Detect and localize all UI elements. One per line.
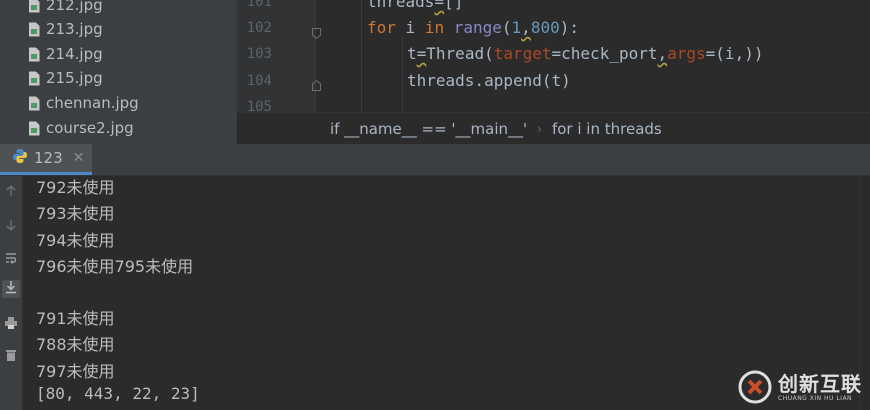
console-output[interactable]: 792未使用 793未使用 794未使用 796未使用795未使用 791未使用… — [23, 176, 860, 410]
file-item[interactable]: 212.jpg — [28, 0, 103, 16]
trash-icon[interactable] — [2, 348, 20, 366]
file-name: 214.jpg — [46, 45, 103, 63]
line-number: 104 — [246, 73, 272, 89]
image-file-icon — [28, 22, 40, 37]
file-name: 212.jpg — [46, 0, 103, 14]
console-line: 794未使用 — [36, 231, 115, 250]
image-file-icon — [28, 96, 40, 111]
file-item[interactable]: 214.jpg — [28, 43, 103, 65]
code-token: = — [416, 44, 427, 63]
image-file-icon — [28, 0, 40, 13]
watermark-text: 创新互联 — [778, 371, 862, 396]
console-line: 793未使用 — [36, 204, 115, 223]
code-token: in — [424, 18, 445, 37]
breadcrumb-item[interactable]: for i in threads — [552, 120, 662, 138]
console-line: [80, 443, 22, 23] — [36, 384, 200, 403]
file-item[interactable]: course2.jpg — [28, 117, 134, 139]
arrow-down-icon[interactable] — [2, 218, 20, 236]
code-token: threads — [367, 0, 435, 11]
code-token: ( — [501, 18, 512, 37]
code-token: = — [434, 0, 445, 11]
file-item[interactable]: chennan.jpg — [28, 92, 139, 114]
line-number: 102 — [246, 20, 272, 36]
fold-marker-icon[interactable] — [312, 24, 321, 40]
file-name: course2.jpg — [46, 119, 134, 137]
file-name: 213.jpg — [46, 20, 103, 38]
code-token: = — [551, 44, 562, 63]
console-line: 788未使用 — [36, 335, 115, 354]
scroll-to-end-icon[interactable] — [2, 280, 20, 298]
image-file-icon — [28, 121, 40, 136]
code-token: Thread( — [426, 44, 494, 63]
print-icon[interactable] — [2, 316, 20, 334]
breadcrumb-separator-icon: › — [537, 122, 542, 136]
file-item[interactable]: 213.jpg — [28, 18, 103, 40]
code-token: (i,)) — [715, 44, 764, 63]
run-tab-bar: 123 ✕ — [0, 144, 870, 176]
line-number: 103 — [246, 46, 272, 62]
indent-guide — [361, 0, 362, 112]
line-number: 101 — [246, 0, 272, 10]
code-line-102: for i in range(1,800): — [367, 18, 579, 37]
code-token: for — [367, 18, 396, 37]
code-token: 1 — [511, 18, 522, 37]
code-token: check_port — [561, 44, 658, 63]
breadcrumb: if __name__ == '__main__' › for i in thr… — [237, 112, 870, 145]
code-token: 800 — [530, 18, 560, 37]
close-icon[interactable]: ✕ — [73, 150, 85, 166]
code-token: = — [705, 44, 716, 63]
fold-end-marker-icon[interactable] — [312, 76, 321, 91]
tab-label: 123 — [34, 149, 63, 167]
watermark-subtext: CHUANG XIN HU LIAN — [778, 394, 853, 402]
file-name: chennan.jpg — [46, 94, 139, 112]
image-file-icon — [28, 71, 40, 86]
line-number-gutter: 101 102 103 104 105 — [237, 0, 316, 112]
code-line-101: threads=[] — [367, 0, 463, 11]
image-file-icon — [28, 47, 40, 62]
code-token: args — [667, 44, 706, 63]
project-tree: 212.jpg 213.jpg 214.jpg 215.jpg chennan.… — [0, 0, 237, 144]
code-token: range — [453, 18, 502, 37]
code-editor[interactable]: 101 102 103 104 105 threads=[] for i in … — [237, 0, 870, 112]
breadcrumb-item[interactable]: if __name__ == '__main__' — [330, 120, 527, 138]
tab-run-123[interactable]: 123 ✕ — [0, 144, 93, 175]
code-token: , — [521, 18, 531, 37]
console-line: 792未使用 — [36, 178, 115, 197]
line-number: 105 — [246, 99, 272, 112]
code-token: target — [493, 44, 552, 63]
file-item[interactable]: 215.jpg — [28, 67, 103, 89]
python-icon — [12, 148, 28, 168]
watermark: 创新互联 CHUANG XIN HU LIAN — [738, 370, 862, 404]
console-toolbar — [0, 176, 23, 410]
brand-logo-icon — [738, 370, 772, 404]
console-line: 796未使用795未使用 — [36, 257, 194, 276]
console-line: 791未使用 — [36, 309, 115, 328]
indent-guide — [402, 36, 403, 112]
console-line: 797未使用 — [36, 362, 115, 381]
code-token: ): — [559, 18, 579, 37]
code-token: t — [407, 44, 417, 63]
code-token: , — [657, 44, 668, 63]
code-token: i — [395, 18, 425, 37]
file-name: 215.jpg — [46, 69, 103, 87]
arrow-up-icon[interactable] — [2, 184, 20, 202]
code-token: [] — [444, 0, 464, 11]
code-line-104: threads.append(t) — [407, 71, 571, 90]
soft-wrap-icon[interactable] — [2, 251, 20, 269]
code-line-103: t=Thread(target=check_port,args=(i,)) — [407, 44, 763, 63]
